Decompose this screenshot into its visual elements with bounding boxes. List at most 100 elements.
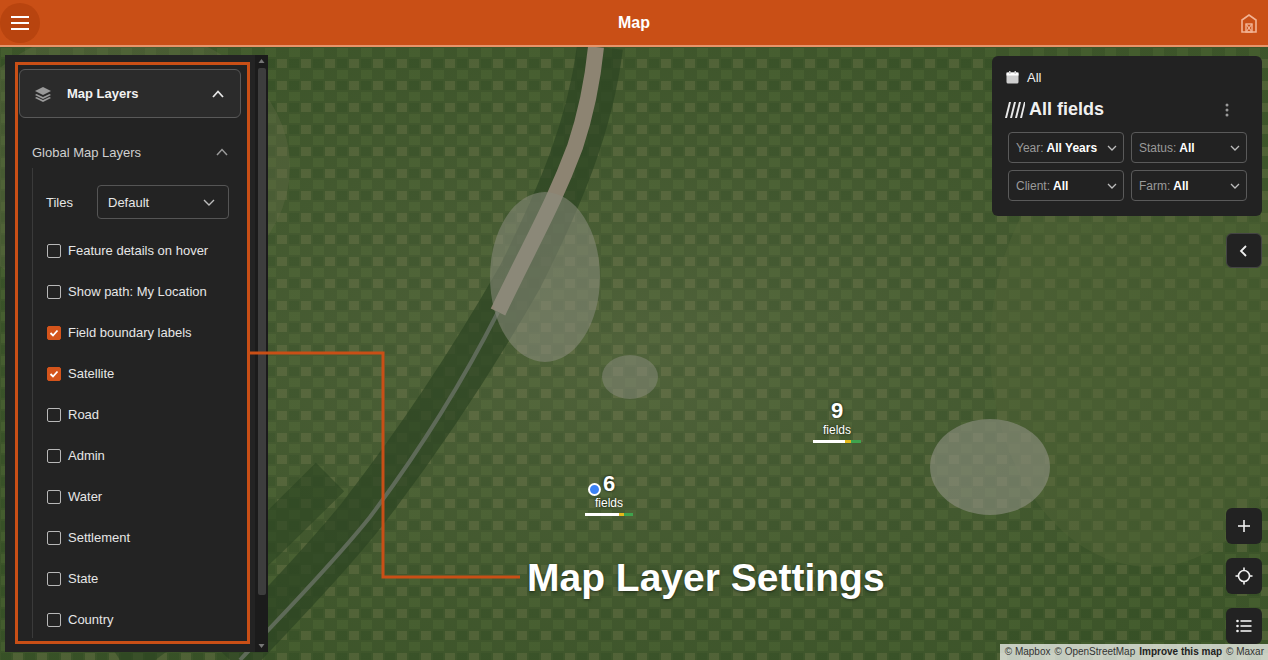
checkbox[interactable] <box>47 367 61 381</box>
layer-checkbox-row[interactable]: Satellite <box>46 353 241 394</box>
status-segment <box>585 513 619 516</box>
cluster-count: 6 <box>603 472 615 496</box>
improve-map-link[interactable]: Improve this map <box>1139 646 1222 658</box>
chevron-down-icon <box>1230 181 1240 191</box>
checkbox[interactable] <box>47 613 61 627</box>
map-view[interactable]: 9 fields 6 fields Map Layers Global Map … <box>0 47 1268 660</box>
scroll-up-icon[interactable] <box>258 58 265 64</box>
layer-checkbox-row[interactable]: Admin <box>46 435 241 476</box>
cluster-status-bar <box>813 440 861 443</box>
locate-button[interactable] <box>1226 558 1262 594</box>
my-location-icon <box>588 483 601 496</box>
chevron-down-icon <box>1230 143 1240 153</box>
page-title: Map <box>40 14 1228 32</box>
chevron-down-icon <box>1107 181 1117 191</box>
filter-dropdown[interactable]: Year: All Years <box>1008 132 1124 163</box>
layer-checkbox-row[interactable]: Country <box>46 599 241 640</box>
tiles-row: Tiles Default <box>46 185 241 219</box>
layer-label: Satellite <box>68 366 114 381</box>
layers-icon <box>34 85 52 103</box>
layer-label: Water <box>68 489 102 504</box>
global-layers-toggle[interactable]: Global Map Layers <box>19 136 241 168</box>
checkbox[interactable] <box>47 326 61 340</box>
checkbox[interactable] <box>47 490 61 504</box>
fields-icon <box>1005 102 1025 118</box>
panel-scrollbar[interactable] <box>255 55 268 652</box>
checkbox[interactable] <box>47 408 61 422</box>
annotation-label: Map Layer Settings <box>527 557 885 599</box>
filter-dropdown[interactable]: Status: All <box>1131 132 1247 163</box>
tiles-value: Default <box>108 195 149 210</box>
layer-label: Admin <box>68 448 105 463</box>
tiles-label: Tiles <box>46 195 97 210</box>
cluster-count: 9 <box>831 399 843 423</box>
panel-title: Map Layers <box>67 86 195 101</box>
filter-value: All Years <box>1047 141 1097 155</box>
map-attribution: © Mapbox © OpenStreetMap Improve this map… <box>1000 644 1268 660</box>
cluster-status-bar <box>585 513 633 516</box>
menu-button[interactable] <box>0 3 40 43</box>
layer-list: Tiles Default Feature details on hover S… <box>32 168 241 638</box>
attribution-credit[interactable]: © Maxar <box>1226 646 1264 658</box>
plus-icon <box>1237 519 1251 533</box>
chevron-left-icon <box>1237 244 1251 258</box>
filter-value: All <box>1053 179 1068 193</box>
checkbox[interactable] <box>47 244 61 258</box>
more-options-icon[interactable] <box>1225 103 1229 117</box>
status-segment <box>845 440 852 443</box>
layer-label: Country <box>68 612 114 627</box>
filter-card: All All fields Year: All Years Status: A… <box>992 56 1262 216</box>
title-row: All fields <box>1005 99 1247 120</box>
cluster-unit: fields <box>595 496 623 510</box>
status-segment <box>851 440 861 443</box>
field-cluster[interactable]: 6 fields <box>574 472 644 516</box>
filter-dropdown[interactable]: Client: All <box>1008 170 1124 201</box>
layer-checkbox-row[interactable]: Field boundary labels <box>46 312 241 353</box>
field-cluster[interactable]: 9 fields <box>802 399 872 443</box>
chevron-down-icon <box>1107 143 1117 153</box>
map-layers-toggle[interactable]: Map Layers <box>19 69 241 118</box>
layer-label: Feature details on hover <box>68 243 208 258</box>
attribution-credit[interactable]: © Mapbox <box>1005 646 1051 658</box>
filter-label: Farm: <box>1139 179 1170 193</box>
chevron-up-icon <box>210 86 226 102</box>
tiles-dropdown[interactable]: Default <box>97 185 229 219</box>
check-icon <box>49 328 59 338</box>
collapse-button[interactable] <box>1226 233 1262 268</box>
status-segment <box>813 440 845 443</box>
checkbox[interactable] <box>47 531 61 545</box>
list-button[interactable] <box>1226 608 1262 644</box>
checkbox[interactable] <box>47 285 61 299</box>
layer-checkbox-row[interactable]: Show path: My Location <box>46 271 241 312</box>
zoom-in-button[interactable] <box>1226 508 1262 544</box>
layer-checkbox-row[interactable]: State <box>46 558 241 599</box>
layer-label: Show path: My Location <box>68 284 207 299</box>
check-icon <box>49 369 59 379</box>
checkbox[interactable] <box>47 449 61 463</box>
annotation-frame <box>15 62 250 644</box>
chevron-up-icon <box>214 144 230 160</box>
attribution-credit[interactable]: © OpenStreetMap <box>1055 646 1136 658</box>
layer-checkbox-row[interactable]: Water <box>46 476 241 517</box>
filter-label: Client: <box>1016 179 1050 193</box>
filter-value: All <box>1179 141 1194 155</box>
checkbox[interactable] <box>47 572 61 586</box>
layer-label: Field boundary labels <box>68 325 192 340</box>
filter-grid: Year: All Years Status: All Client: All … <box>1008 132 1247 201</box>
layer-checkbox-row[interactable]: Feature details on hover <box>46 230 241 271</box>
layer-checkbox-row[interactable]: Road <box>46 394 241 435</box>
chevron-down-icon <box>202 195 216 209</box>
layer-label: Road <box>68 407 99 422</box>
scroll-down-icon[interactable] <box>258 643 265 649</box>
map-controls <box>1226 508 1262 644</box>
layer-label: State <box>68 571 98 586</box>
status-segment <box>624 513 633 516</box>
map-app: Map 9 fields 6 fields Map Layers Global … <box>0 0 1268 660</box>
filter-dropdown[interactable]: Farm: All <box>1131 170 1247 201</box>
farm-button[interactable] <box>1240 13 1258 33</box>
section-title: Global Map Layers <box>32 145 214 160</box>
scroll-thumb[interactable] <box>258 68 266 595</box>
list-icon <box>1236 619 1252 633</box>
layer-checkbox-row[interactable]: Settlement <box>46 517 241 558</box>
period-row[interactable]: All <box>1006 69 1247 85</box>
